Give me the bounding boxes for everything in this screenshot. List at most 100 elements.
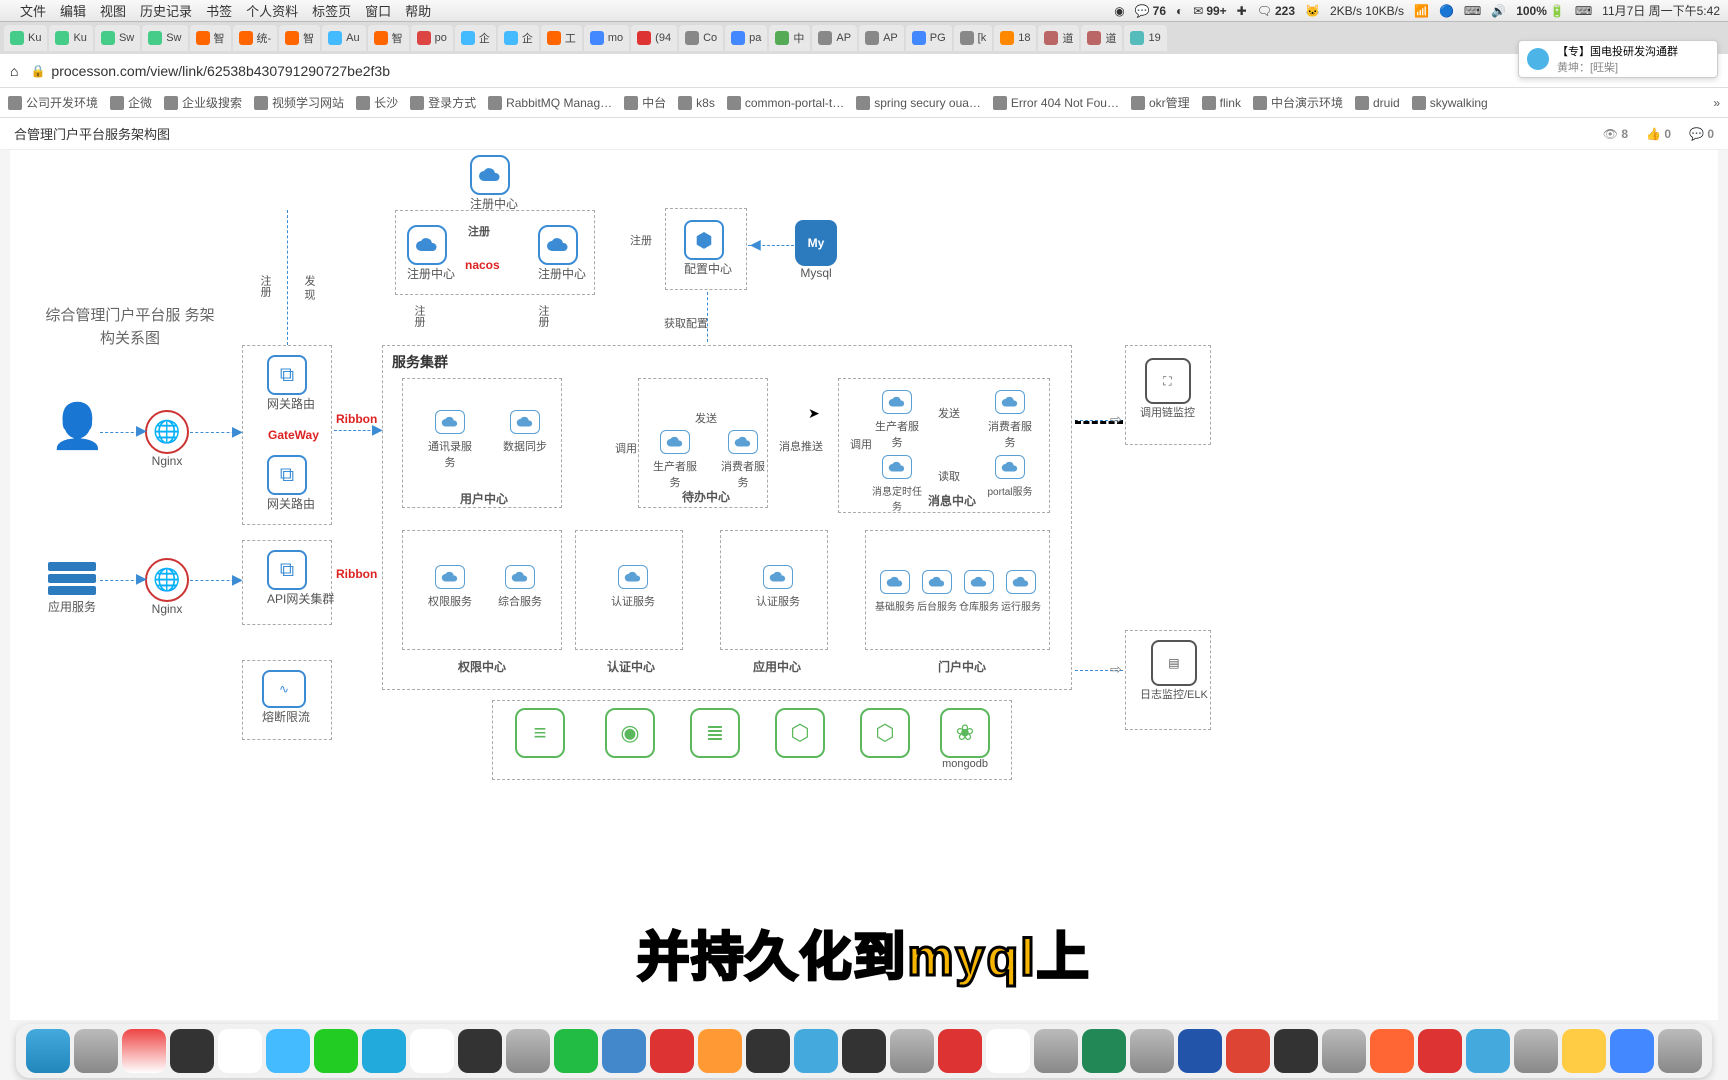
clock[interactable]: 11月7日 周一下午5:42 [1602, 2, 1720, 19]
browser-tab[interactable]: PG [906, 25, 952, 51]
dock-notes[interactable] [1562, 1029, 1606, 1073]
diagram-canvas[interactable]: 综合管理门户平台服 务架构关系图 注册中心 注册中心 注册中心 注册 nacos… [10, 150, 1718, 1020]
browser-tab[interactable]: Sw [142, 25, 187, 51]
bt-icon[interactable]: 🔵 [1439, 4, 1454, 18]
dock-chrome[interactable] [986, 1029, 1030, 1073]
menu-file[interactable]: 文件 [20, 1, 46, 20]
talk-count[interactable]: 🗨 223 [1257, 4, 1295, 18]
browser-tab[interactable]: 19 [1124, 25, 1166, 51]
browser-tab[interactable]: 智 [190, 25, 231, 51]
bookmark-item[interactable]: 企微 [110, 94, 152, 111]
dock-app20[interactable] [1610, 1029, 1654, 1073]
menu-profile[interactable]: 个人资料 [246, 1, 298, 20]
browser-tab[interactable]: [k [954, 25, 993, 51]
notification-popup[interactable]: 【专】国电投研发沟通群 黄坤：[旺柴] [1518, 40, 1718, 78]
bookmark-item[interactable]: 长沙 [356, 94, 398, 111]
dock-music[interactable] [554, 1029, 598, 1073]
browser-tab[interactable]: 18 [994, 25, 1036, 51]
menu-view[interactable]: 视图 [100, 1, 126, 20]
browser-tab[interactable]: 统- [233, 25, 278, 51]
bookmarks-overflow[interactable]: » [1713, 96, 1720, 110]
url-text[interactable]: processon.com/view/link/62538b4307912907… [51, 63, 390, 79]
browser-tab[interactable]: 中 [769, 25, 810, 51]
bookmark-item[interactable]: spring secury oua… [856, 96, 981, 110]
dock-app6[interactable] [698, 1029, 742, 1073]
likes-count[interactable]: 👍 0 [1646, 127, 1671, 141]
net-speed[interactable]: 2KB/s 10KB/s [1330, 4, 1404, 18]
bookmark-item[interactable]: 视频学习网站 [254, 94, 344, 111]
menu-history[interactable]: 历史记录 [140, 1, 192, 20]
browser-tab[interactable]: 企 [498, 25, 539, 51]
dock-atom[interactable] [1082, 1029, 1126, 1073]
dock-calendar[interactable] [410, 1029, 454, 1073]
browser-tab[interactable]: po [411, 25, 453, 51]
bookmark-item[interactable]: common-portal-t… [727, 96, 844, 110]
dock-trash[interactable] [1658, 1029, 1702, 1073]
dock-app9[interactable] [842, 1029, 886, 1073]
dock-app12[interactable] [1034, 1029, 1078, 1073]
bookmark-item[interactable]: 中台 [624, 94, 666, 111]
menu-tabs[interactable]: 标签页 [312, 1, 351, 20]
note-icon[interactable]: ◐ [1176, 4, 1183, 18]
bookmark-item[interactable]: 登录方式 [410, 94, 476, 111]
browser-tab[interactable]: (94 [631, 25, 677, 51]
menu-help[interactable]: 帮助 [405, 1, 431, 20]
browser-tab[interactable]: pa [725, 25, 767, 51]
browser-tab[interactable]: 道 [1081, 25, 1122, 51]
msg-status[interactable]: ✉99+ [1193, 4, 1226, 18]
dock-app7[interactable] [746, 1029, 790, 1073]
menu-edit[interactable]: 编辑 [60, 1, 86, 20]
dock-app15[interactable] [1322, 1029, 1366, 1073]
browser-tab[interactable]: Au [322, 25, 365, 51]
rec-icon[interactable]: ◉ [1114, 4, 1124, 18]
bookmark-item[interactable]: 中台演示环境 [1253, 94, 1343, 111]
browser-tab[interactable]: Ku [49, 25, 92, 51]
battery[interactable]: 100% 🔋 [1516, 4, 1565, 18]
bookmark-item[interactable]: okr管理 [1131, 94, 1190, 111]
browser-tab[interactable]: 智 [279, 25, 320, 51]
dock-app10[interactable] [890, 1029, 934, 1073]
browser-tab[interactable]: mo [584, 25, 629, 51]
bookmark-item[interactable]: RabbitMQ Manag… [488, 96, 612, 110]
lock-icon[interactable]: 🔒 [30, 64, 45, 78]
browser-tab[interactable]: Sw [95, 25, 140, 51]
dock-qq[interactable] [218, 1029, 262, 1073]
bookmark-item[interactable]: skywalking [1412, 96, 1488, 110]
dock-app13[interactable] [1130, 1029, 1174, 1073]
browser-tab[interactable]: 智 [368, 25, 409, 51]
dock-app16[interactable] [1370, 1029, 1414, 1073]
comments-count[interactable]: 💬 0 [1689, 127, 1714, 141]
menu-bookmarks[interactable]: 书签 [206, 1, 232, 20]
dock-terminal[interactable] [458, 1029, 502, 1073]
dock-word[interactable] [1178, 1029, 1222, 1073]
bookmark-item[interactable]: flink [1202, 96, 1241, 110]
dock-app3[interactable] [506, 1029, 550, 1073]
dock-finder[interactable] [26, 1029, 70, 1073]
bookmark-item[interactable]: k8s [678, 96, 715, 110]
browser-tab[interactable]: Ku [4, 25, 47, 51]
dock-app5[interactable] [650, 1029, 694, 1073]
browser-tab[interactable]: 企 [455, 25, 496, 51]
dock-app19[interactable] [1514, 1029, 1558, 1073]
plus-icon[interactable]: ✚ [1237, 4, 1247, 18]
input-icon[interactable]: ⌨ [1575, 4, 1592, 18]
dock-safari[interactable] [122, 1029, 166, 1073]
menu-window[interactable]: 窗口 [365, 1, 391, 20]
browser-tab[interactable]: Co [679, 25, 723, 51]
cat-icon[interactable]: 🐱 [1305, 4, 1320, 18]
dock-app18[interactable] [1466, 1029, 1510, 1073]
dock-ppt[interactable] [1226, 1029, 1270, 1073]
bookmark-item[interactable]: druid [1355, 96, 1400, 110]
bookmark-item[interactable]: 公司开发环境 [8, 94, 98, 111]
dock-app4[interactable] [602, 1029, 646, 1073]
dock-intellij[interactable] [170, 1029, 214, 1073]
browser-tab[interactable]: 道 [1038, 25, 1079, 51]
home-icon[interactable]: ⌂ [10, 63, 18, 79]
dock-launchpad[interactable] [74, 1029, 118, 1073]
keyboard-icon[interactable]: ⌨ [1464, 4, 1481, 18]
dock-app1[interactable] [266, 1029, 310, 1073]
bookmark-item[interactable]: 企业级搜索 [164, 94, 242, 111]
dock-app11[interactable] [938, 1029, 982, 1073]
browser-tab[interactable]: 工 [541, 25, 582, 51]
dock-app2[interactable] [362, 1029, 406, 1073]
